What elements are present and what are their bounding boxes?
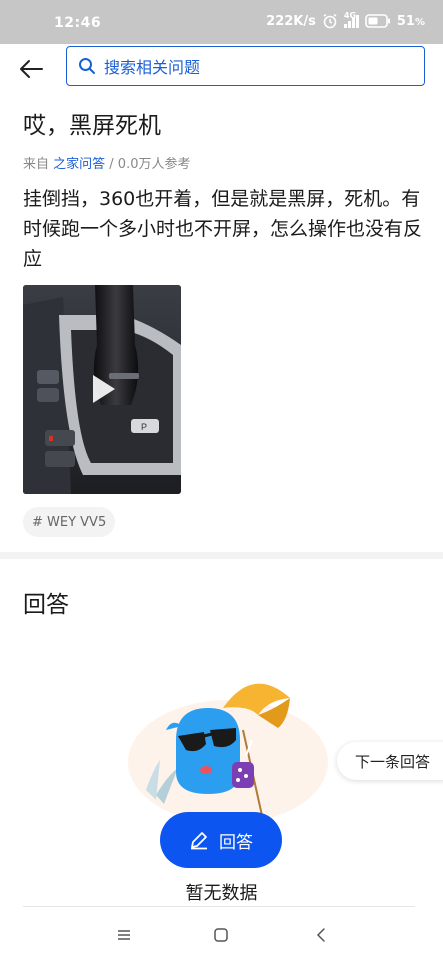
topic-tag[interactable]: # WEY VV5 [23,507,116,537]
net-speed: 222K/s [266,13,316,29]
menu-icon [118,930,130,940]
battery-level: 51% [396,13,425,29]
status-indicators: 222K/s 4G 51% [266,11,425,29]
system-nav-bar [0,912,443,960]
pencil-icon [191,832,207,850]
meta-prefix: 来自 [23,157,54,172]
empty-state-illustration [128,670,328,830]
next-answer-button[interactable]: 下一条回答 [337,742,443,780]
svg-text:P: P [141,422,147,432]
square-icon [214,928,228,942]
question-title: 哎，黑屏死机 [23,113,161,139]
network-type: 4G [343,11,357,20]
question-meta: 来自 之家问答 / 0.0万人参考 [23,153,190,172]
source-link[interactable]: 之家问答 [53,157,105,172]
empty-state-text: 暂无数据 [185,883,258,904]
status-bar: 12:46 222K/s 4G 51% [0,0,443,44]
alarm-icon [322,13,338,29]
arrow-left-icon [20,60,43,78]
section-divider [0,552,443,559]
battery-icon [365,14,391,28]
search-icon [79,58,95,74]
meta-views: / 0.0万人参考 [105,157,191,172]
signal-icon: 4G [343,11,359,28]
search-placeholder: 搜索相关问题 [104,58,201,77]
question-image[interactable]: P [23,285,181,494]
answers-title: 回答 [23,592,69,618]
top-bar: 搜索相关问题 [0,44,443,94]
status-time: 12:46 [54,15,102,31]
menu-nav-button[interactable] [113,924,135,946]
search-input[interactable]: 搜索相关问题 [66,46,425,86]
nav-divider [23,906,415,907]
answer-button-label: 回答 [219,832,253,853]
back-nav-button[interactable] [310,924,332,946]
chevron-left-icon [316,928,325,942]
back-button[interactable] [14,52,48,86]
home-nav-button[interactable] [210,924,232,946]
question-body: 挂倒挡，360也开着，但是就是黑屏，死机。有时候跑一个多小时也不开屏，怎么操作也… [23,188,423,270]
answer-button[interactable]: 回答 [160,812,282,868]
